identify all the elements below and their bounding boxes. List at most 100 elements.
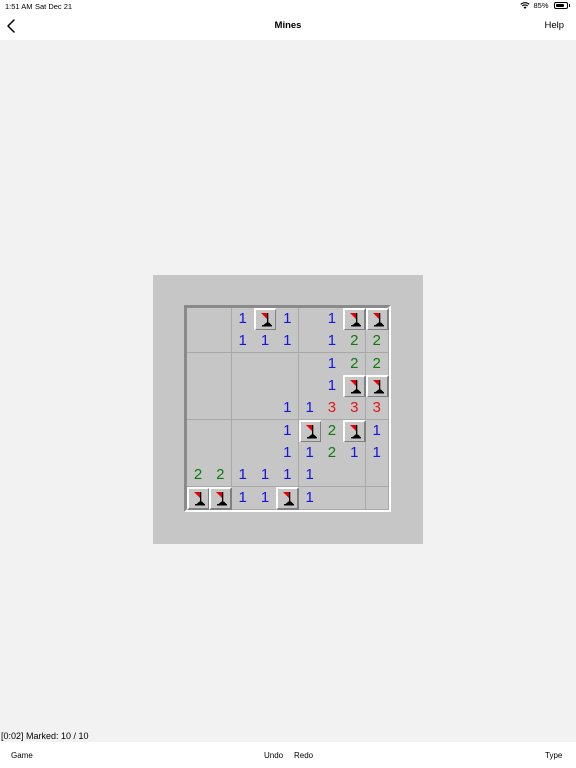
number-cell[interactable]: 1 xyxy=(231,330,255,354)
cell-number: 2 xyxy=(216,466,225,484)
number-cell[interactable]: 1 xyxy=(320,330,344,354)
number-cell[interactable]: 3 xyxy=(365,397,389,421)
number-cell[interactable]: 1 xyxy=(231,308,255,331)
empty-cell[interactable] xyxy=(298,374,322,398)
empty-cell[interactable] xyxy=(187,330,210,354)
undo-button[interactable]: Undo xyxy=(264,751,283,760)
number-cell[interactable]: 1 xyxy=(343,441,367,465)
number-cell[interactable]: 1 xyxy=(276,441,300,465)
empty-cell[interactable] xyxy=(231,419,255,443)
number-cell[interactable]: 1 xyxy=(253,486,277,510)
number-cell[interactable]: 1 xyxy=(298,397,322,421)
help-button[interactable]: Help xyxy=(544,20,564,31)
number-cell[interactable]: 1 xyxy=(298,486,322,510)
type-button[interactable]: Type xyxy=(545,751,562,760)
empty-cell[interactable] xyxy=(209,374,233,398)
empty-cell[interactable] xyxy=(320,464,344,488)
number-cell[interactable]: 3 xyxy=(343,397,367,421)
number-cell[interactable]: 1 xyxy=(320,308,344,331)
cell-number: 2 xyxy=(350,354,359,372)
empty-cell[interactable] xyxy=(298,308,322,331)
cell-number: 1 xyxy=(305,466,314,484)
number-cell[interactable]: 1 xyxy=(320,374,344,398)
cell-number: 1 xyxy=(283,421,292,439)
flag-icon xyxy=(283,491,295,506)
empty-cell[interactable] xyxy=(187,352,210,376)
empty-cell[interactable] xyxy=(209,330,233,354)
empty-cell[interactable] xyxy=(298,352,322,376)
number-cell[interactable]: 1 xyxy=(276,330,300,354)
flagged-cell[interactable] xyxy=(365,308,389,331)
cell-number: 2 xyxy=(193,466,203,484)
number-cell[interactable]: 1 xyxy=(276,419,300,443)
empty-cell[interactable] xyxy=(187,308,210,331)
number-cell[interactable]: 1 xyxy=(253,330,277,354)
empty-cell[interactable] xyxy=(253,352,277,376)
empty-cell[interactable] xyxy=(343,486,367,510)
flagged-cell[interactable] xyxy=(298,419,322,443)
empty-cell[interactable] xyxy=(209,419,233,443)
number-cell[interactable]: 2 xyxy=(343,330,367,354)
cell-number: 1 xyxy=(283,466,292,484)
number-cell[interactable]: 1 xyxy=(365,441,389,465)
empty-cell[interactable] xyxy=(209,441,233,465)
empty-cell[interactable] xyxy=(187,441,210,465)
empty-cell[interactable] xyxy=(276,374,300,398)
game-button[interactable]: Game xyxy=(11,751,33,760)
empty-cell[interactable] xyxy=(231,397,255,421)
number-cell[interactable]: 1 xyxy=(365,419,389,443)
number-cell[interactable]: 1 xyxy=(276,464,300,488)
flag-icon xyxy=(350,313,362,327)
number-cell[interactable]: 1 xyxy=(276,397,300,421)
empty-cell[interactable] xyxy=(231,374,255,398)
number-cell[interactable]: 2 xyxy=(365,352,389,376)
number-cell[interactable]: 2 xyxy=(365,330,389,354)
status-bar: 1:51 AM Sat Dec 21 85% xyxy=(0,0,576,13)
empty-cell[interactable] xyxy=(253,419,277,443)
empty-cell[interactable] xyxy=(276,352,300,376)
empty-cell[interactable] xyxy=(253,397,277,421)
flag-icon xyxy=(305,424,317,439)
empty-cell[interactable] xyxy=(365,464,389,488)
empty-cell[interactable] xyxy=(253,441,277,465)
empty-cell[interactable] xyxy=(298,330,322,354)
empty-cell[interactable] xyxy=(187,374,210,398)
number-cell[interactable]: 3 xyxy=(320,397,344,421)
number-cell[interactable]: 2 xyxy=(320,441,344,465)
flagged-cell[interactable] xyxy=(253,308,277,331)
number-cell[interactable]: 1 xyxy=(253,464,277,488)
cell-number: 2 xyxy=(372,332,381,350)
empty-cell[interactable] xyxy=(209,397,233,421)
flagged-cell[interactable] xyxy=(365,374,389,398)
number-cell[interactable]: 1 xyxy=(298,464,322,488)
number-cell[interactable]: 2 xyxy=(320,419,344,443)
empty-cell[interactable] xyxy=(365,486,389,510)
empty-cell[interactable] xyxy=(187,419,210,443)
empty-cell[interactable] xyxy=(320,486,344,510)
number-cell[interactable]: 1 xyxy=(231,464,255,488)
minefield-grid[interactable]: 11111112212211133312111211221111111 xyxy=(187,308,389,510)
flagged-cell[interactable] xyxy=(343,419,367,443)
flagged-cell[interactable] xyxy=(187,486,210,510)
number-cell[interactable]: 1 xyxy=(320,352,344,376)
number-cell[interactable]: 1 xyxy=(276,308,300,331)
number-cell[interactable]: 1 xyxy=(298,441,322,465)
redo-button[interactable]: Redo xyxy=(294,751,313,760)
flagged-cell[interactable] xyxy=(343,374,367,398)
number-cell[interactable]: 2 xyxy=(187,464,210,488)
number-cell[interactable]: 2 xyxy=(343,352,367,376)
flagged-cell[interactable] xyxy=(276,486,300,510)
empty-cell[interactable] xyxy=(187,397,210,421)
flag-icon xyxy=(350,424,362,439)
number-cell[interactable]: 2 xyxy=(209,464,233,488)
empty-cell[interactable] xyxy=(209,352,233,376)
flagged-cell[interactable] xyxy=(209,486,233,510)
number-cell[interactable]: 1 xyxy=(231,486,255,510)
empty-cell[interactable] xyxy=(253,374,277,398)
empty-cell[interactable] xyxy=(231,352,255,376)
empty-cell[interactable] xyxy=(343,464,367,488)
empty-cell[interactable] xyxy=(231,441,255,465)
empty-cell[interactable] xyxy=(209,308,233,331)
flagged-cell[interactable] xyxy=(343,308,367,331)
status-time: 1:51 AM xyxy=(5,2,33,11)
